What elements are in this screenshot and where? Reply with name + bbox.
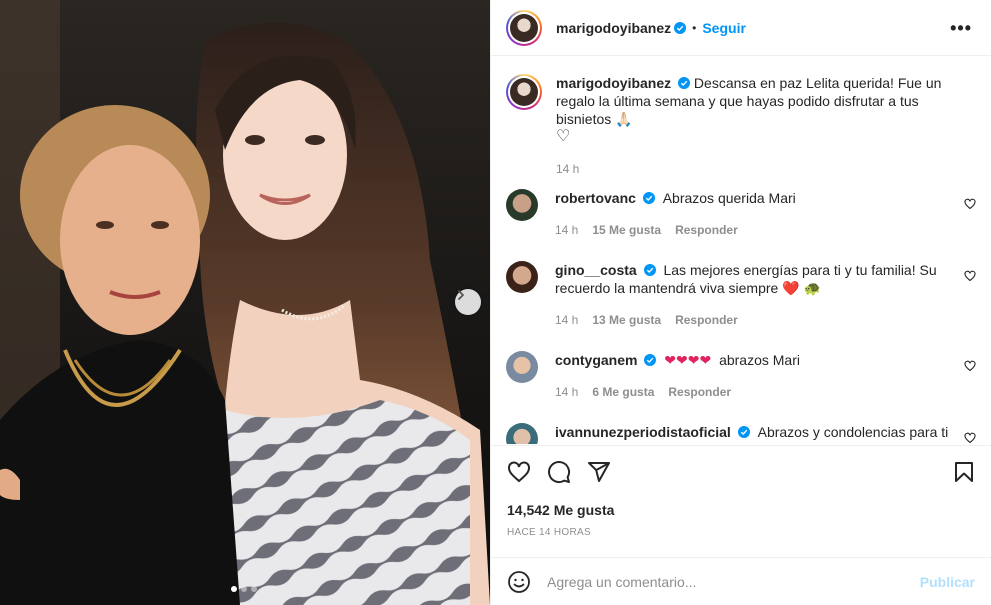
comments-list[interactable]: marigodoyibanez Descansa en paz Lelita q… bbox=[491, 57, 991, 444]
publish-button[interactable]: Publicar bbox=[920, 574, 975, 590]
verified-badge-icon bbox=[678, 77, 691, 89]
chevron-right-icon bbox=[458, 290, 464, 300]
verified-badge-icon bbox=[674, 21, 687, 34]
heart-icon[interactable] bbox=[507, 460, 531, 484]
comment-item: ivannunezperiodistaoficial Abrazos y con… bbox=[506, 423, 976, 444]
comment-time: 14 h bbox=[555, 385, 579, 399]
caption-time: 14 h bbox=[556, 162, 580, 176]
caption-heart-emoji: ♡ bbox=[556, 128, 571, 145]
commenter-username[interactable]: contyganem bbox=[555, 352, 637, 368]
verified-badge-icon bbox=[644, 354, 657, 366]
reply-button[interactable]: Responder bbox=[668, 385, 731, 399]
commenter-username[interactable]: gino__costa bbox=[555, 262, 637, 278]
like-comment-heart-icon[interactable] bbox=[964, 360, 976, 372]
post-header: marigodoyibanez • Seguir ••• bbox=[491, 0, 991, 56]
comment-composer: Publicar bbox=[491, 557, 991, 605]
commenter-avatar[interactable] bbox=[506, 189, 538, 221]
more-options-icon[interactable]: ••• bbox=[950, 18, 972, 39]
like-comment-heart-icon[interactable] bbox=[964, 270, 976, 282]
share-icon[interactable] bbox=[587, 460, 611, 484]
comment-item: contyganem ❤❤❤❤ abrazos Mari 14 h 6 Me gu… bbox=[506, 351, 976, 401]
comment-icon[interactable] bbox=[547, 460, 571, 484]
post-timestamp: HACE 14 HORAS bbox=[507, 527, 591, 538]
carousel-dot bbox=[241, 586, 247, 592]
comment-time: 14 h bbox=[555, 313, 579, 327]
post-side-panel: marigodoyibanez • Seguir ••• marigodoyib… bbox=[490, 0, 991, 605]
like-comment-heart-icon[interactable] bbox=[964, 198, 976, 210]
carousel-dot bbox=[231, 586, 237, 592]
commenter-avatar[interactable] bbox=[506, 423, 538, 444]
post-actions: 14,542 Me gusta HACE 14 HORAS bbox=[491, 445, 991, 557]
emoji-icon[interactable] bbox=[507, 570, 531, 594]
author-avatar[interactable] bbox=[506, 9, 542, 46]
commenter-avatar[interactable] bbox=[506, 261, 538, 293]
carousel-indicator bbox=[231, 586, 257, 592]
commenter-username[interactable]: robertovanc bbox=[555, 190, 636, 206]
post-photo[interactable] bbox=[0, 0, 490, 605]
photo-illustration bbox=[0, 0, 490, 605]
comment-text: Abrazos querida Mari bbox=[662, 190, 796, 206]
hearts-emoji: ❤❤❤❤ bbox=[664, 352, 712, 368]
comment-item: gino__costa Las mejores energías para ti… bbox=[506, 261, 976, 329]
bookmark-icon[interactable] bbox=[952, 460, 976, 484]
comment-likes[interactable]: 15 Me gusta bbox=[592, 223, 661, 237]
verified-badge-icon bbox=[737, 426, 750, 438]
commenter-avatar[interactable] bbox=[506, 351, 538, 383]
comment-likes[interactable]: 6 Me gusta bbox=[592, 385, 654, 399]
likes-count[interactable]: 14,542 Me gusta bbox=[507, 502, 614, 518]
author-username[interactable]: marigodoyibanez bbox=[556, 20, 671, 36]
comment-input[interactable] bbox=[547, 573, 907, 590]
verified-badge-icon bbox=[642, 192, 655, 204]
comment-time: 14 h bbox=[555, 223, 579, 237]
reply-button[interactable]: Responder bbox=[675, 313, 738, 327]
follow-button[interactable]: Seguir bbox=[702, 20, 746, 36]
comment-text: abrazos Mari bbox=[719, 352, 800, 368]
commenter-username[interactable]: ivannunezperiodistaoficial bbox=[555, 424, 731, 440]
carousel-dot bbox=[251, 586, 257, 592]
caption-username[interactable]: marigodoyibanez bbox=[556, 75, 671, 91]
comment-item: robertovanc Abrazos querida Mari 14 h 15 … bbox=[506, 189, 976, 239]
next-photo-button[interactable] bbox=[455, 289, 481, 315]
comment-likes[interactable]: 13 Me gusta bbox=[592, 313, 661, 327]
header-separator: • bbox=[692, 20, 697, 35]
like-comment-heart-icon[interactable] bbox=[964, 432, 976, 444]
reply-button[interactable]: Responder bbox=[675, 223, 738, 237]
author-avatar[interactable] bbox=[506, 74, 542, 110]
post-caption: marigodoyibanez Descansa en paz Lelita q… bbox=[506, 74, 976, 178]
verified-badge-icon bbox=[643, 264, 656, 276]
